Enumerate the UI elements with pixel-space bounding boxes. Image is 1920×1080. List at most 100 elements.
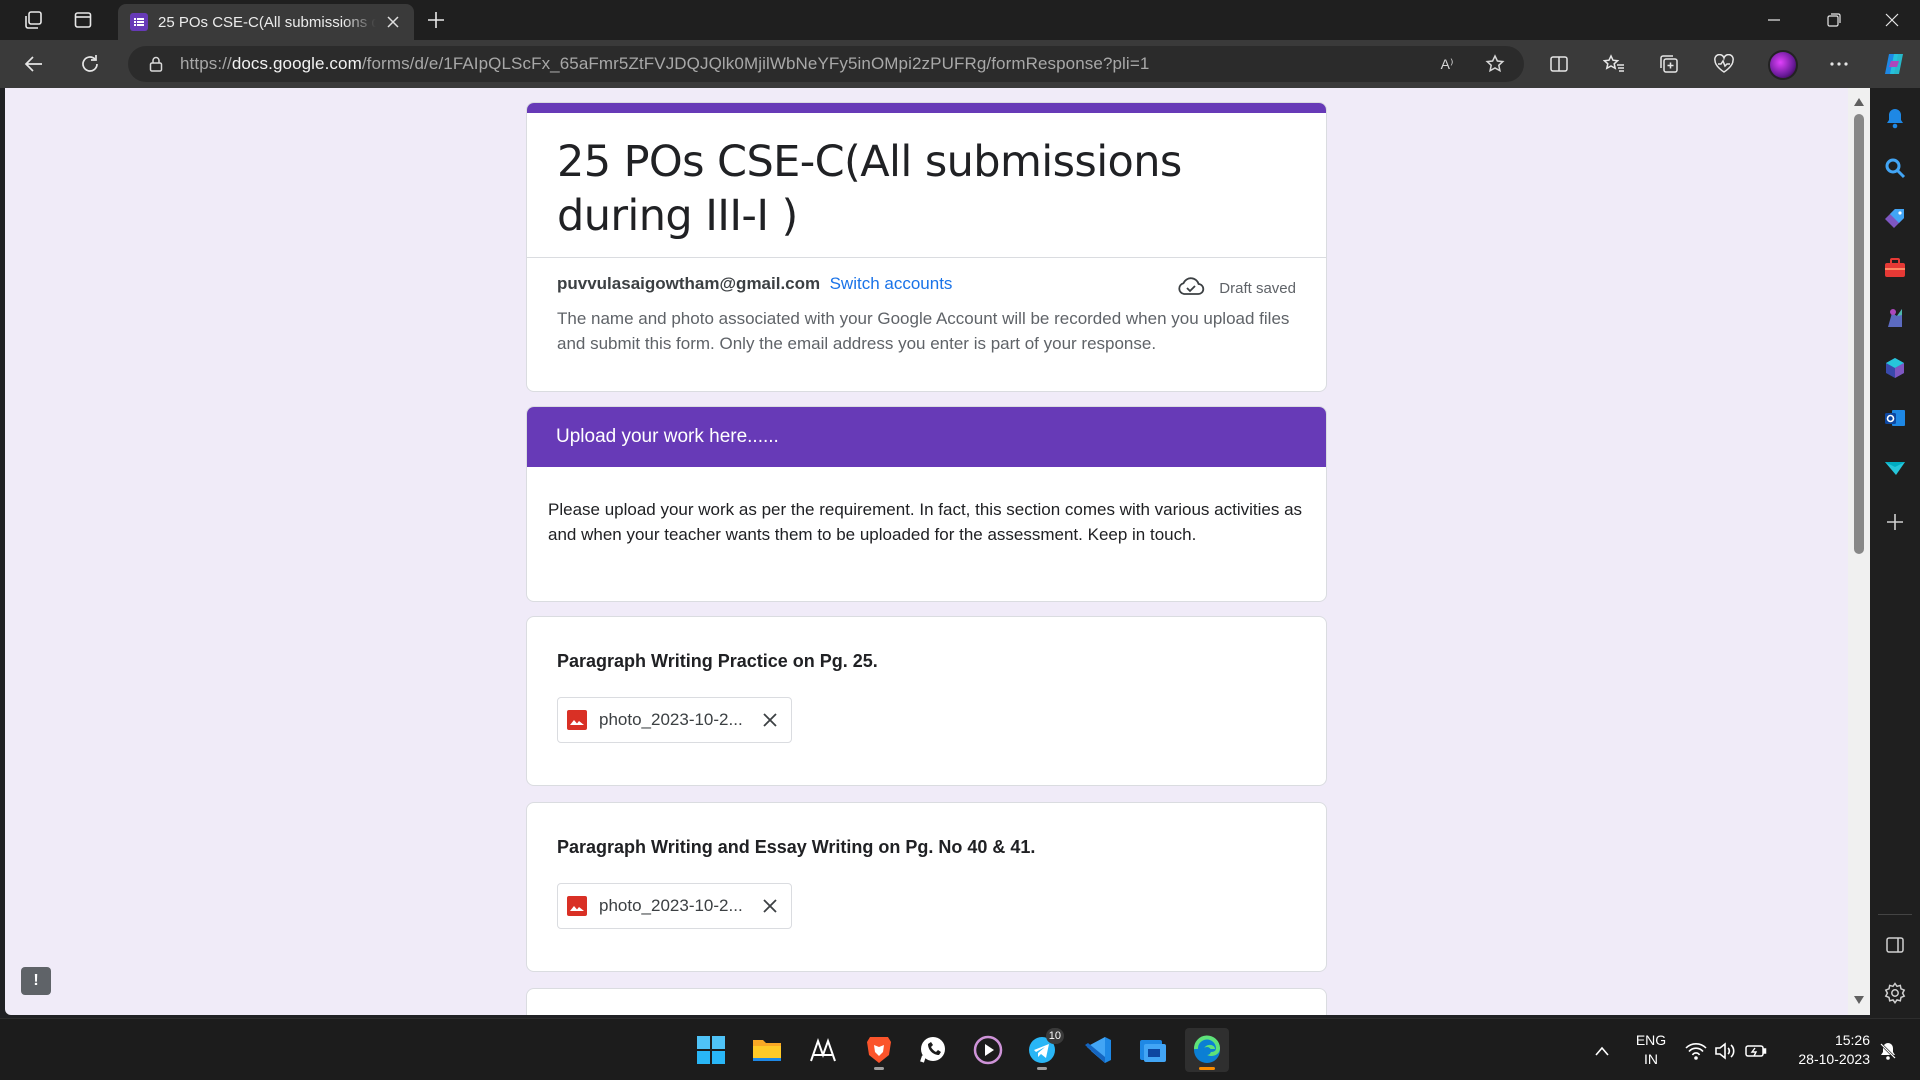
scroll-up-arrow-icon[interactable] [1853, 96, 1865, 108]
favorites-icon[interactable] [1596, 48, 1632, 80]
account-row: puvvulasaigowtham@gmail.com Switch accou… [527, 258, 1326, 306]
remove-file-icon[interactable] [759, 709, 781, 731]
store-app-icon[interactable] [1130, 1028, 1174, 1072]
telegram-icon[interactable]: 10 [1020, 1028, 1064, 1072]
image-file-icon [567, 896, 587, 916]
question-card: Paragraph Writing and Essay Writing on P… [526, 802, 1327, 972]
lock-icon[interactable] [146, 56, 166, 72]
page-viewport: 25 POs CSE-C(All submissions during III-… [5, 88, 1848, 1015]
uploaded-file-name[interactable]: photo_2023-10-2... [599, 896, 759, 916]
notifications-bell-icon[interactable] [1879, 102, 1911, 134]
feedback-button[interactable]: ! [21, 967, 51, 995]
active-indicator [1199, 1067, 1215, 1070]
tab-title: 25 POs CSE-C(All submissions during III-… [158, 13, 376, 31]
clock[interactable]: 15:26 28-10-2023 [1776, 1031, 1870, 1069]
remove-file-icon[interactable] [759, 895, 781, 917]
profile-avatar[interactable] [1768, 50, 1798, 80]
file-explorer-icon[interactable] [745, 1028, 789, 1072]
tools-briefcase-icon[interactable] [1879, 252, 1911, 284]
edge-browser-icon[interactable] [1185, 1028, 1229, 1072]
active-tab[interactable]: 25 POs CSE-C(All submissions during III-… [118, 4, 414, 40]
uploaded-file-chip[interactable]: photo_2023-10-2... [557, 883, 792, 929]
notification-center-icon[interactable] [1877, 1041, 1899, 1061]
sidebar-divider [1878, 914, 1912, 915]
section-description: Please upload your work as per the requi… [548, 500, 1303, 544]
address-bar[interactable]: https://docs.google.com/forms/d/e/1FAIpQ… [128, 46, 1524, 82]
draft-saved-text: Draft saved [1219, 280, 1296, 297]
window-close-icon[interactable] [1864, 0, 1920, 40]
split-screen-icon[interactable] [1541, 48, 1577, 80]
tab-actions-icon[interactable] [66, 6, 100, 34]
outlook-icon[interactable] [1879, 402, 1911, 434]
form-title: 25 POs CSE-C(All submissions during III-… [557, 137, 1182, 241]
clock-time: 15:26 [1834, 1032, 1870, 1048]
running-indicator [874, 1067, 884, 1070]
media-player-icon[interactable] [966, 1028, 1010, 1072]
windows-taskbar: 10 ENG IN 15:26 28-10-2023 [0, 1018, 1920, 1080]
url-host: docs.google.com [231, 54, 362, 73]
minimize-icon[interactable] [1746, 0, 1802, 40]
more-icon[interactable] [1821, 48, 1857, 80]
account-email: puvvulasaigowtham@gmail.com [557, 274, 821, 293]
wifi-icon[interactable] [1685, 1041, 1707, 1061]
question-title: Paragraph Writing Practice on Pg. 25. [557, 651, 878, 671]
scroll-down-arrow-icon[interactable] [1853, 994, 1865, 1006]
shopping-tag-icon[interactable] [1879, 202, 1911, 234]
microsoft-365-icon[interactable] [1879, 352, 1911, 384]
browser-tab-bar: 25 POs CSE-C(All submissions during III-… [0, 0, 1920, 40]
close-icon[interactable] [382, 11, 404, 33]
uploaded-file-name[interactable]: photo_2023-10-2... [599, 710, 759, 730]
notification-badge: 10 [1045, 1028, 1064, 1044]
form-header-card: 25 POs CSE-C(All submissions during III-… [526, 102, 1327, 392]
section-card: Upload your work here...... Please uploa… [526, 406, 1327, 602]
copilot-icon[interactable] [1876, 48, 1912, 80]
url-text[interactable]: https://docs.google.com/forms/d/e/1FAIpQ… [180, 54, 1149, 74]
section-title: Upload your work here...... [527, 407, 1326, 467]
uploaded-file-chip[interactable]: photo_2023-10-2... [557, 697, 792, 743]
read-aloud-icon[interactable]: A⁾ [1430, 48, 1464, 80]
switch-accounts-link[interactable]: Switch accounts [830, 274, 953, 293]
draft-status: Draft saved [1177, 276, 1296, 301]
chevron-up-icon[interactable] [1591, 1041, 1613, 1061]
star-icon[interactable] [1478, 48, 1512, 80]
edge-sidebar [1870, 88, 1920, 1018]
workspaces-icon[interactable] [16, 6, 50, 34]
forms-favicon [130, 13, 148, 31]
scroll-thumb[interactable] [1854, 114, 1864, 554]
settings-gear-icon[interactable] [1879, 977, 1911, 1009]
running-indicator [1037, 1067, 1047, 1070]
restore-icon[interactable] [1806, 0, 1862, 40]
vscode-icon[interactable] [1076, 1028, 1120, 1072]
language-indicator[interactable]: ENG IN [1626, 1031, 1676, 1069]
browser-essentials-icon[interactable] [1706, 48, 1742, 80]
url-scheme: https:// [180, 54, 232, 73]
search-icon[interactable] [1879, 152, 1911, 184]
plus-icon[interactable] [420, 6, 452, 34]
language-code: ENG [1635, 1032, 1667, 1048]
windows-start-icon[interactable] [689, 1028, 733, 1072]
whatsapp-icon[interactable] [911, 1028, 955, 1072]
brave-browser-icon[interactable] [857, 1028, 901, 1072]
winamp-icon[interactable] [801, 1028, 845, 1072]
add-sidebar-app-icon[interactable] [1879, 506, 1911, 538]
refresh-icon[interactable] [72, 48, 108, 80]
image-file-icon [567, 710, 587, 730]
hide-sidebar-icon[interactable] [1879, 929, 1911, 961]
drop-send-icon[interactable] [1879, 452, 1911, 484]
games-icon[interactable] [1879, 302, 1911, 334]
back-icon[interactable] [16, 48, 52, 80]
clock-date: 28-10-2023 [1798, 1051, 1870, 1067]
question-card: Paragraph Writing Practice on Pg. 25. ph… [526, 616, 1327, 786]
browser-toolbar: https://docs.google.com/forms/d/e/1FAIpQ… [0, 40, 1920, 88]
collections-icon[interactable] [1651, 48, 1687, 80]
read-aloud-label: A⁾ [1440, 55, 1454, 72]
region-code: IN [1644, 1051, 1658, 1067]
account-note: The name and photo associated with your … [557, 309, 1290, 353]
feedback-label: ! [33, 972, 39, 989]
cloud-check-icon [1177, 276, 1205, 301]
url-path: /forms/d/e/1FAIpQLScFx_65aFmr5ZtFVJDQJQl… [361, 54, 1150, 73]
battery-icon[interactable] [1745, 1041, 1767, 1061]
volume-icon[interactable] [1714, 1041, 1736, 1061]
accent-stripe [527, 103, 1326, 113]
page-scrollbar[interactable] [1848, 88, 1870, 1015]
